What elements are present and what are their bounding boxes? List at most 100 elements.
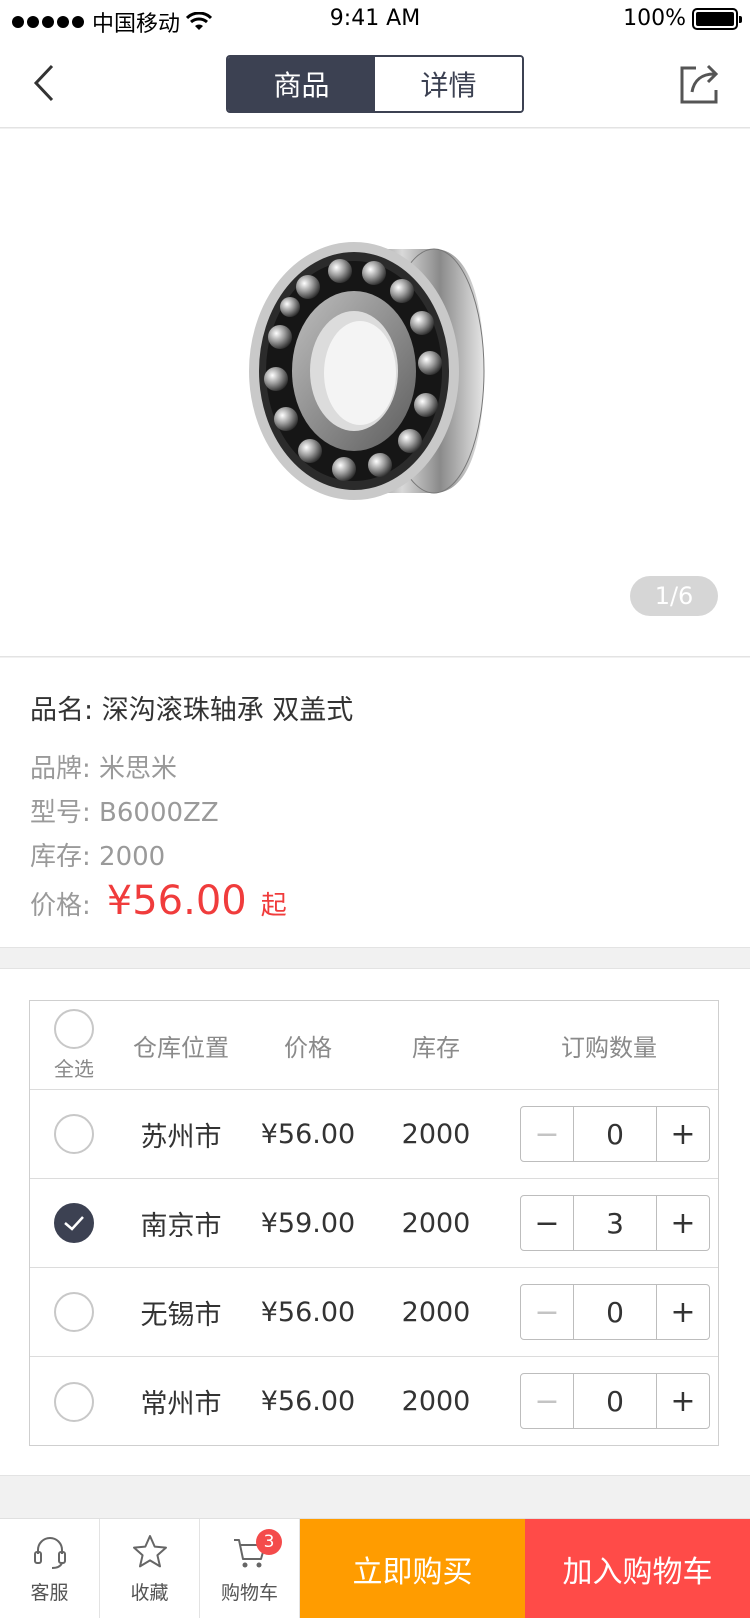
star-icon (132, 1535, 167, 1568)
cart-label: 购物车 (220, 1582, 278, 1604)
price-value: ¥56.00 (106, 878, 247, 924)
favorite-button[interactable]: 收藏 (100, 1519, 200, 1618)
model-row: 型号: B6000ZZ (30, 792, 219, 829)
status-right: 100% (623, 6, 742, 31)
share-button[interactable] (676, 60, 724, 108)
check-icon (64, 1216, 84, 1231)
status-bar: 中国移动 9:41 AM 100% (0, 0, 750, 40)
row-stock: 2000 (401, 1207, 471, 1239)
product-info: 品名: 深沟滚珠轴承 双盖式 品牌: 米思米 型号: B6000ZZ 库存: 2… (0, 658, 750, 948)
row-location: 常州市 (140, 1389, 222, 1420)
row-location: 苏州市 (140, 1121, 222, 1153)
favorite-label: 收藏 (130, 1582, 169, 1604)
row-radio[interactable] (54, 1292, 94, 1332)
quantity-value[interactable]: 0 (573, 1285, 657, 1339)
increment-button[interactable]: + (657, 1196, 709, 1250)
increment-button[interactable]: + (657, 1107, 709, 1161)
row-price: ¥59.00 (260, 1207, 356, 1239)
product-detail-page: 中国移动 9:41 AM 100% 商品 详情 1/6 品名: 深沟滚珠轴承 双… (0, 0, 750, 1618)
cart-button[interactable]: 3 购物车 (200, 1519, 300, 1618)
image-pager: 1/6 (630, 576, 718, 616)
row-price: ¥56.00 (260, 1118, 356, 1150)
model-label: 型号: (30, 798, 91, 828)
quantity-value[interactable]: 0 (573, 1374, 657, 1428)
battery-icon (692, 7, 742, 30)
battery-percent: 100% (623, 6, 686, 31)
stock-value: 2000 (99, 842, 166, 872)
quantity-stepper: − 3 + (520, 1195, 710, 1251)
quantity-stepper: − 0 + (520, 1373, 710, 1429)
stock-row: 库存: 2000 (30, 836, 165, 873)
decrement-button[interactable]: − (521, 1196, 573, 1250)
segmented-tabs: 商品 详情 (226, 55, 524, 113)
header-quantity: 订购数量 (561, 1033, 657, 1062)
stock-label: 库存: (30, 842, 91, 872)
warehouse-card: 全选 仓库位置 价格 库存 订购数量 苏州市 ¥56.00 2000 − 0 + (0, 968, 750, 1476)
back-button[interactable] (26, 58, 70, 108)
decrement-button[interactable]: − (521, 1285, 573, 1339)
header-stock: 库存 (412, 1033, 460, 1062)
row-select[interactable] (30, 1357, 118, 1446)
select-all-label: 全选 (54, 1056, 94, 1081)
quantity-value[interactable]: 0 (573, 1107, 657, 1161)
product-image (249, 242, 485, 500)
row-select[interactable] (30, 1090, 118, 1178)
select-all-radio[interactable] (54, 1008, 94, 1049)
decrement-button[interactable]: − (521, 1374, 573, 1428)
price-row: 价格: ¥56.00 起 (30, 878, 287, 924)
price-suffix: 起 (260, 891, 287, 921)
row-quantity: − 0 + (500, 1090, 718, 1178)
table-header: 全选 仓库位置 价格 库存 订购数量 (30, 1001, 718, 1090)
warehouse-table: 全选 仓库位置 价格 库存 订购数量 苏州市 ¥56.00 2000 − 0 + (29, 1000, 719, 1446)
brand-label: 品牌: (30, 754, 91, 784)
table-row: 南京市 ¥59.00 2000 − 3 + (30, 1179, 718, 1268)
row-stock: 2000 (401, 1386, 471, 1417)
row-select[interactable] (30, 1179, 118, 1267)
customer-service-label: 客服 (30, 1582, 69, 1604)
increment-button[interactable]: + (657, 1285, 709, 1339)
row-stock: 2000 (401, 1296, 471, 1328)
row-location: 南京市 (140, 1210, 222, 1242)
row-radio[interactable] (54, 1203, 94, 1243)
select-all[interactable]: 全选 (30, 1001, 118, 1089)
table-row: 常州市 ¥56.00 2000 − 0 + (30, 1357, 718, 1446)
cart-count-badge: 3 (256, 1529, 282, 1555)
brand-row: 品牌: 米思米 (30, 748, 177, 785)
quantity-stepper: − 0 + (520, 1106, 710, 1162)
tab-product[interactable]: 商品 (228, 57, 375, 111)
table-row: 苏州市 ¥56.00 2000 − 0 + (30, 1090, 718, 1179)
row-quantity: − 3 + (500, 1179, 718, 1267)
row-stock: 2000 (401, 1118, 471, 1150)
row-radio[interactable] (54, 1381, 94, 1422)
back-icon (33, 64, 54, 102)
model-value: B6000ZZ (99, 798, 219, 828)
product-name-label: 品名: (30, 695, 94, 726)
row-price: ¥56.00 (260, 1386, 356, 1417)
product-name: 深沟滚珠轴承 双盖式 (101, 695, 354, 726)
buy-now-button[interactable]: 立即购买 (300, 1519, 525, 1618)
row-radio[interactable] (54, 1114, 94, 1154)
price-label: 价格: (30, 891, 91, 921)
nav-bar: 商品 详情 (0, 40, 750, 128)
headset-icon (33, 1537, 66, 1569)
row-quantity: − 0 + (500, 1268, 718, 1356)
quantity-value[interactable]: 3 (573, 1196, 657, 1250)
share-icon (680, 64, 719, 104)
row-price: ¥56.00 (260, 1296, 356, 1328)
bottom-action-bar: 客服 收藏 3 购物车 立即购买 加入购物车 (0, 1518, 750, 1618)
header-price: 价格 (284, 1033, 332, 1062)
image-carousel[interactable]: 1/6 (0, 129, 750, 657)
row-quantity: − 0 + (500, 1357, 718, 1446)
product-name-row: 品名: 深沟滚珠轴承 双盖式 (30, 688, 353, 727)
table-row: 无锡市 ¥56.00 2000 − 0 + (30, 1268, 718, 1357)
brand-value: 米思米 (99, 754, 178, 784)
add-to-cart-button[interactable]: 加入购物车 (525, 1519, 750, 1618)
decrement-button[interactable]: − (521, 1107, 573, 1161)
tab-details[interactable]: 详情 (375, 57, 522, 111)
row-select[interactable] (30, 1268, 118, 1356)
header-location: 仓库位置 (133, 1033, 229, 1062)
quantity-stepper: − 0 + (520, 1284, 710, 1340)
customer-service-button[interactable]: 客服 (0, 1519, 100, 1618)
increment-button[interactable]: + (657, 1374, 709, 1428)
row-location: 无锡市 (140, 1299, 222, 1331)
